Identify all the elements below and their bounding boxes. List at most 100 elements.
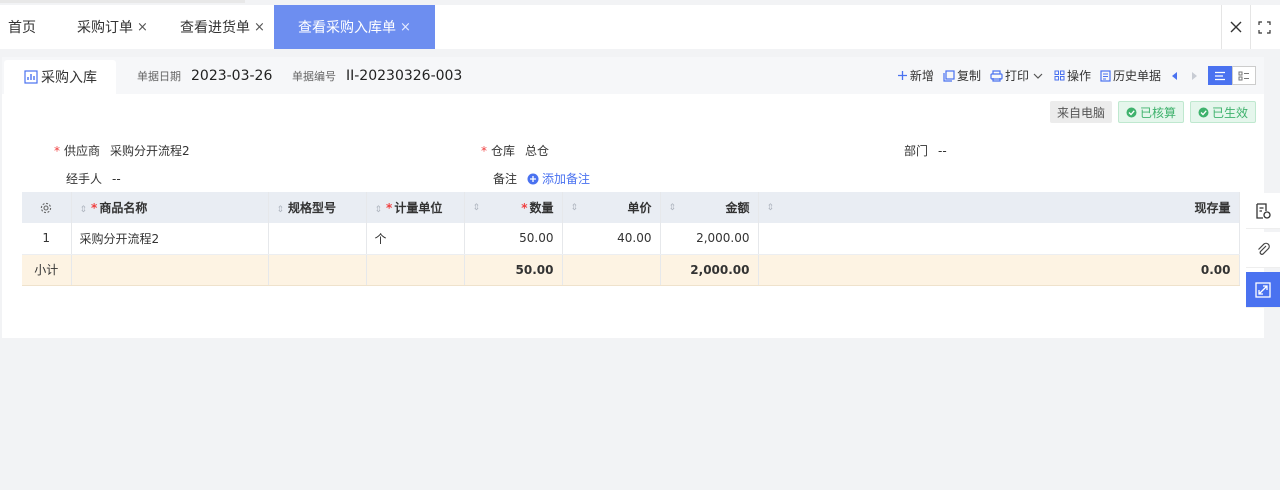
handler-label: 经手人 (66, 172, 103, 186)
column-header-amount[interactable]: ⇕ 金额 (660, 192, 759, 223)
subtotal-empty (562, 254, 661, 286)
cell-name[interactable]: 采购分开流程2 (71, 223, 269, 255)
chart-icon (24, 70, 38, 84)
audit-log-button[interactable] (1246, 193, 1280, 229)
table-row[interactable]: 1 采购分开流程2 个 50.00 40.00 2,000.00 (22, 223, 1240, 255)
column-header-qty[interactable]: ⇕ * 数量 (464, 192, 563, 223)
remark-label: 备注 (493, 172, 518, 186)
expand-button[interactable] (1246, 272, 1280, 308)
effective-badge-label: 已生效 (1211, 105, 1248, 120)
audited-badge-label: 已核算 (1139, 105, 1176, 120)
column-header-stock[interactable]: ⇕ 现存量 (758, 192, 1240, 223)
document-title-tab: 采购入库 (4, 60, 116, 94)
cell-amount[interactable]: 2,000.00 (660, 223, 759, 255)
column-unit-label: 计量单位 (394, 201, 443, 215)
table-header-row: ⇕ * 商品名称 ⇕ 规格型号 ⇕ * 计量单位 ⇕ * 数量 ⇕ 单价 ⇕ 金额 (22, 192, 1240, 223)
sort-icon[interactable]: ⇕ (80, 205, 88, 215)
close-all-tabs-button[interactable] (1221, 5, 1249, 49)
required-mark: * (386, 201, 393, 215)
sort-icon[interactable]: ⇕ (669, 203, 677, 213)
handler-value[interactable]: -- (112, 172, 121, 186)
history-button[interactable]: 历史单据 (1100, 67, 1161, 84)
fullscreen-icon (1258, 20, 1271, 34)
remark-field: 备注 添加备注 (493, 170, 590, 187)
tab-view-purchase-inbound-label: 查看采购入库单 (298, 20, 396, 36)
column-qty-label: 数量 (529, 201, 554, 215)
close-icon[interactable]: × (400, 20, 411, 35)
department-label: 部门 (904, 144, 929, 158)
required-mark: * (521, 201, 528, 215)
tab-bar: 首页 采购订单 × 查看进货单 × 查看采购入库单 × (0, 0, 1280, 49)
date-label: 单据日期 (137, 69, 181, 83)
warehouse-value[interactable]: 总仓 (525, 142, 549, 159)
column-header-unit[interactable]: ⇕ * 计量单位 (366, 192, 465, 223)
department-value[interactable]: -- (938, 144, 947, 158)
plus-circle-icon (527, 173, 539, 184)
subtotal-row: 小计 50.00 2,000.00 0.00 (22, 254, 1240, 286)
expand-icon (1255, 281, 1271, 298)
column-header-spec[interactable]: ⇕ 规格型号 (268, 192, 367, 223)
subtotal-label: 小计 (22, 254, 72, 286)
department-field: 部门 -- (904, 142, 947, 159)
tab-view-receipt[interactable]: 查看进货单 × (180, 5, 265, 49)
cell-spec[interactable] (268, 223, 367, 255)
print-button-label: 打印 (1004, 69, 1029, 83)
column-settings-button[interactable] (22, 192, 72, 223)
add-button-label: 新增 (909, 69, 934, 83)
tab-view-purchase-inbound[interactable]: 查看采购入库单 × (274, 5, 435, 49)
required-mark: * (54, 143, 60, 158)
sort-icon[interactable]: ⇕ (767, 203, 775, 213)
caret-right-icon[interactable] (1189, 71, 1199, 81)
cell-unit[interactable]: 个 (366, 223, 465, 255)
cell-qty[interactable]: 50.00 (464, 223, 563, 255)
caret-left-icon[interactable] (1170, 71, 1180, 81)
close-icon[interactable]: × (254, 20, 265, 35)
close-icon (1230, 21, 1241, 33)
attachment-button[interactable] (1246, 232, 1280, 268)
check-circle-icon (1198, 107, 1209, 117)
grid-icon (1054, 70, 1065, 81)
list-view-icon (1215, 71, 1225, 80)
subtotal-amount: 2,000.00 (660, 254, 759, 286)
add-button[interactable]: 新增 (897, 67, 934, 84)
detail-view-icon (1238, 71, 1249, 80)
tab-bar-top-line (0, 0, 245, 3)
copy-button[interactable]: 复制 (943, 67, 981, 84)
column-header-name[interactable]: ⇕ * 商品名称 (71, 192, 269, 223)
audit-icon (1256, 202, 1271, 219)
required-mark: * (481, 143, 487, 158)
copy-button-label: 复制 (956, 69, 981, 83)
subtotal-empty (71, 254, 269, 286)
tab-view-receipt-label: 查看进货单 (180, 20, 250, 36)
add-remark-button[interactable]: 添加备注 (527, 170, 590, 187)
copy-icon (943, 69, 955, 82)
close-icon[interactable]: × (137, 20, 148, 35)
sort-icon[interactable]: ⇕ (473, 203, 481, 213)
document-icon (1100, 69, 1111, 82)
document-title: 采购入库 (41, 70, 97, 86)
sort-icon[interactable]: ⇕ (571, 203, 579, 213)
detail-view-button[interactable] (1232, 66, 1256, 85)
subtotal-empty (366, 254, 465, 286)
cell-price[interactable]: 40.00 (562, 223, 661, 255)
history-button-label: 历史单据 (1112, 69, 1161, 83)
sort-icon[interactable]: ⇕ (277, 205, 285, 215)
operate-button[interactable]: 操作 (1054, 67, 1091, 84)
tab-home[interactable]: 首页 (8, 5, 36, 49)
sort-icon[interactable]: ⇕ (375, 205, 383, 215)
tab-purchase-order[interactable]: 采购订单 × (77, 5, 148, 49)
document-panel: 采购入库 单据日期 2023-03-26 单据编号 II-20230326-00… (2, 57, 1264, 338)
list-view-button[interactable] (1208, 66, 1232, 85)
fullscreen-button[interactable] (1250, 5, 1278, 49)
toolbar: 新增 复制 打印 操作 历史单据 (897, 57, 1256, 94)
warehouse-field: * 仓库 总仓 (481, 142, 549, 159)
print-button[interactable]: 打印 (990, 67, 1045, 84)
document-number: 单据编号 II-20230326-003 (292, 57, 462, 94)
supplier-value[interactable]: 采购分开流程2 (110, 142, 190, 159)
document-date: 单据日期 2023-03-26 (137, 57, 272, 94)
status-badges: 来自电脑 已核算 已生效 (1049, 101, 1256, 123)
required-mark: * (91, 201, 98, 215)
status-badge: 已核算 (1117, 101, 1184, 123)
column-header-price[interactable]: ⇕ 单价 (562, 192, 661, 223)
items-table: ⇕ * 商品名称 ⇕ 规格型号 ⇕ * 计量单位 ⇕ * 数量 ⇕ 单价 ⇕ 金额 (22, 192, 1240, 286)
